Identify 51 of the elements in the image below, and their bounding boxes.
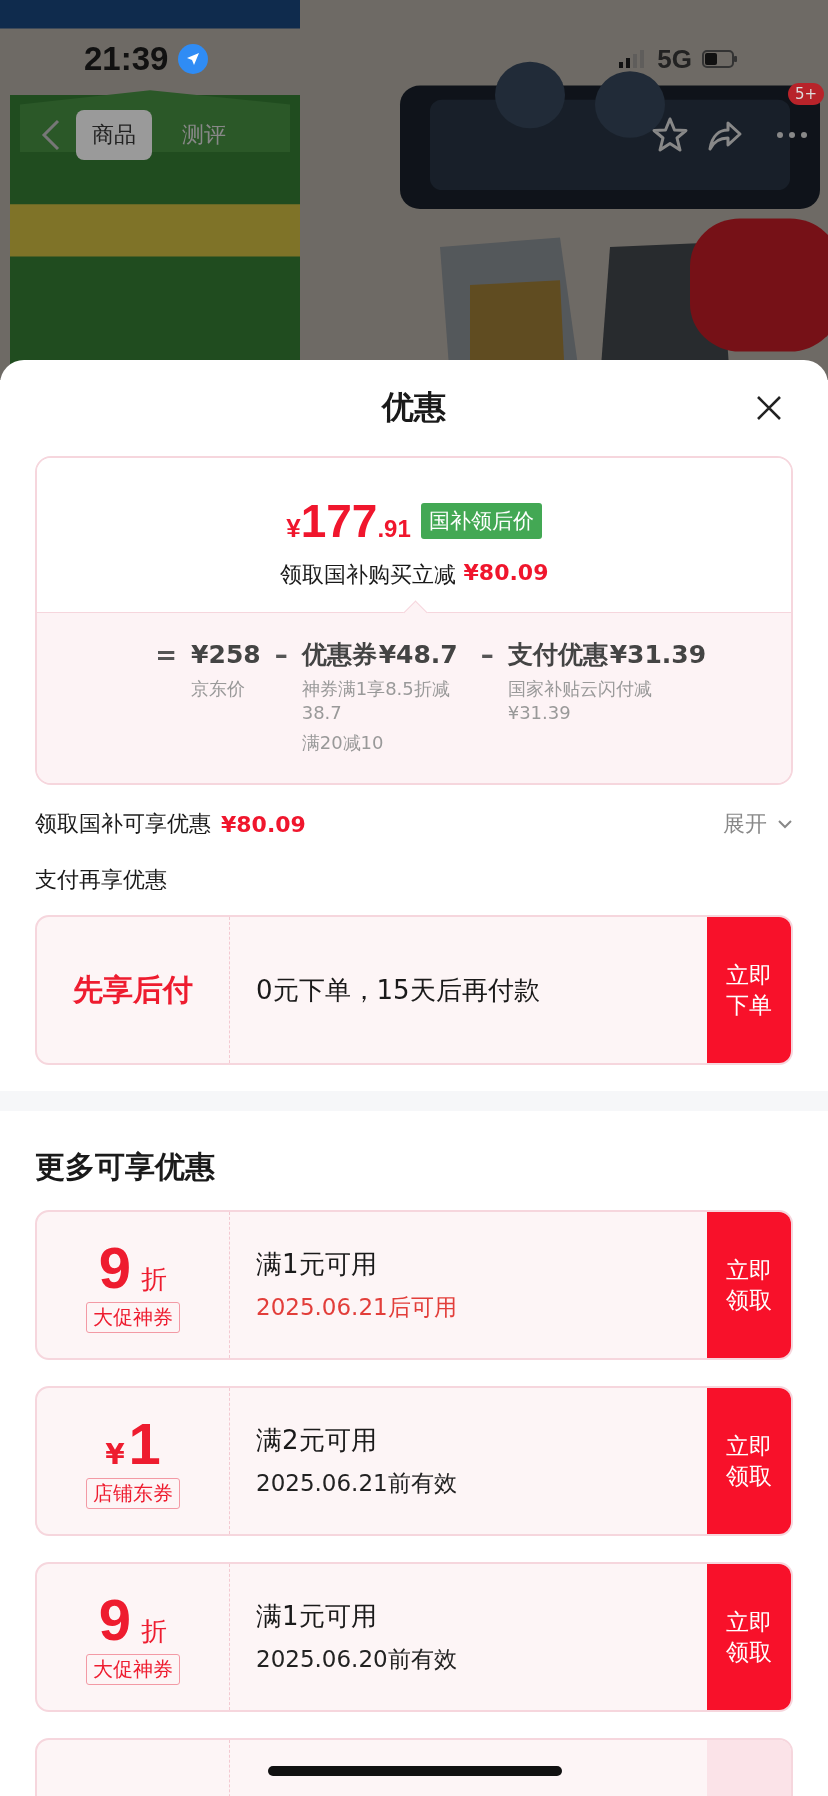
coupon-validity: 2025.06.21前有效: [256, 1469, 457, 1498]
saving-amount: ¥80.09: [463, 560, 549, 587]
section-heading: 更多可享优惠: [35, 1148, 216, 1186]
claim-button[interactable]: 立即领取: [707, 1212, 791, 1358]
coupon-unit: 折: [141, 1262, 168, 1296]
breakdown-label: 支付优惠: [507, 639, 608, 671]
subsidy-amount: ¥80.09: [221, 811, 306, 837]
coupon-condition: 满2元可用: [256, 1424, 377, 1457]
coupon-condition: 满1元可用: [256, 1600, 377, 1633]
nav-tab[interactable]: 商品: [76, 110, 152, 160]
breakdown-amount: ¥258: [191, 639, 261, 671]
coupon-condition: 满1元可用: [256, 1248, 377, 1281]
coupon-tag: 大促神券: [86, 1301, 180, 1333]
operator-sign: –: [480, 639, 494, 672]
sheet-title: 优惠: [382, 387, 446, 428]
breakdown-amount: ¥48.7: [378, 639, 458, 671]
offer-description: 0元下单，15天后再付款: [256, 973, 540, 1007]
operator-sign: –: [274, 639, 288, 672]
claim-button[interactable]: 立即领取: [707, 1564, 791, 1710]
close-icon[interactable]: [755, 394, 783, 422]
network-label: 5G: [657, 43, 692, 75]
chevron-icon: [777, 819, 793, 829]
coupon-unit: ¥: [105, 1437, 125, 1471]
coupon-value: 1: [128, 1413, 161, 1474]
location-icon: [178, 44, 209, 74]
battery-icon: [702, 50, 738, 68]
expand-toggle[interactable]: 展开: [723, 809, 793, 839]
coupon-validity: 2025.06.21后可用: [256, 1293, 457, 1322]
coupon-unit: 折: [141, 1614, 168, 1648]
coupon-value: 9: [98, 1237, 132, 1298]
breakdown-note: 神券满1享8.5折减38.7: [301, 677, 451, 725]
breakdown-note: 京东价: [191, 677, 247, 701]
breakdown-amount: ¥31.39: [609, 639, 707, 671]
section-heading: 支付再享优惠: [35, 866, 168, 894]
breakdown-label: 优惠券: [301, 639, 377, 671]
coupon-tag: 大促神券: [86, 1653, 180, 1685]
claim-button[interactable]: 立即领取: [707, 1388, 791, 1534]
coupon-tag: 店铺东券: [86, 1477, 180, 1509]
coupon-value: 9: [98, 1589, 132, 1650]
nav-tab[interactable]: 测评: [166, 110, 242, 160]
subsidy-label: 领取国补可享优惠: [35, 810, 211, 838]
operator-sign: =: [155, 639, 178, 672]
price-tag: 国补领后价: [420, 503, 542, 539]
status-time: 21:39: [84, 40, 169, 78]
saving-label: 领取国补购买立减: [279, 561, 456, 589]
breakdown-note: 国家补贴云闪付减¥31.39: [507, 677, 653, 725]
final-price: ¥177.91: [286, 494, 411, 548]
coupon-validity: 2025.06.20前有效: [256, 1645, 457, 1674]
order-button[interactable]: 立即下单: [707, 917, 791, 1063]
offer-name: 先享后付: [73, 970, 193, 1009]
breakdown-note: 满20减10: [301, 731, 385, 755]
